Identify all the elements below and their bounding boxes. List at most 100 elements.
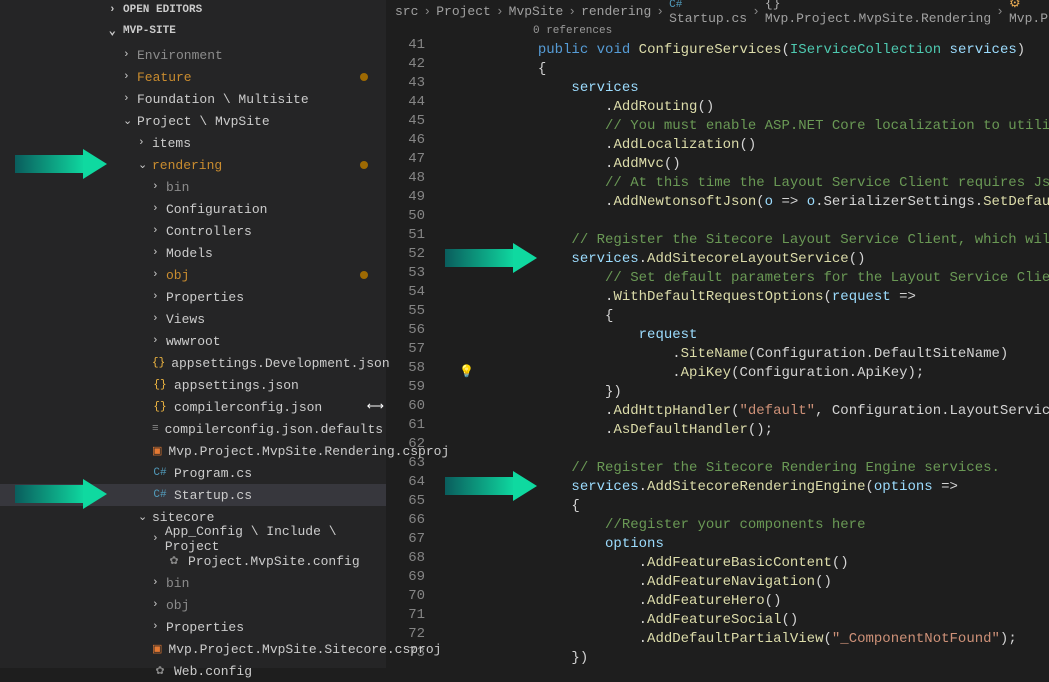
breadcrumb-segment[interactable]: Project xyxy=(436,4,491,19)
tree-item[interactable]: ›bin xyxy=(0,572,386,594)
code-line[interactable]: .SiteName(Configuration.DefaultSiteName) xyxy=(437,345,1049,364)
code-line[interactable]: .AddFeatureSocial() xyxy=(437,611,1049,630)
chevron-right-icon: › xyxy=(152,181,166,193)
tree-item[interactable]: ›Models xyxy=(0,242,386,264)
line-number: 45 xyxy=(387,112,425,131)
resize-icon[interactable]: ⟷ xyxy=(367,399,384,414)
chevron-right-icon: › xyxy=(152,533,165,545)
tree-item-label: Properties xyxy=(166,620,244,635)
breadcrumb-separator-icon: › xyxy=(996,4,1004,19)
line-number: 70 xyxy=(387,587,425,606)
tree-item[interactable]: ›App_Config \ Include \ Project xyxy=(0,528,386,550)
tree-item[interactable]: ✿Web.config xyxy=(0,660,386,682)
line-number: 49 xyxy=(387,188,425,207)
code-line[interactable]: services xyxy=(437,79,1049,98)
code-line[interactable]: .AddFeatureNavigation() xyxy=(437,573,1049,592)
tree-item[interactable]: ›Views xyxy=(0,308,386,330)
code-line[interactable] xyxy=(437,440,1049,459)
code-line[interactable]: }) xyxy=(437,383,1049,402)
tree-item[interactable]: ✿Project.MvpSite.config xyxy=(0,550,386,572)
code-line[interactable]: .AddNewtonsoftJson(o => o.SerializerSett… xyxy=(437,193,1049,212)
tree-item[interactable]: ›Foundation \ Multisite xyxy=(0,88,386,110)
line-number: 59 xyxy=(387,378,425,397)
project-header[interactable]: ⌄ MVP-SITE xyxy=(0,20,386,42)
tree-item[interactable]: ›Controllers xyxy=(0,220,386,242)
code-line[interactable]: .WithDefaultRequestOptions(request => xyxy=(437,288,1049,307)
tree-item-label: Controllers xyxy=(166,224,252,239)
breadcrumb-bar[interactable]: src›Project›MvpSite›rendering›C# Startup… xyxy=(387,0,1049,22)
breadcrumb-segment[interactable]: MvpSite xyxy=(509,4,564,19)
chevron-right-icon: › xyxy=(152,335,166,347)
code-line[interactable]: .AddDefaultPartialView("_ComponentNotFou… xyxy=(437,630,1049,649)
code-line[interactable]: .AddLocalization() xyxy=(437,136,1049,155)
tree-item-label: obj xyxy=(166,598,189,613)
highlight-arrow-icon xyxy=(445,475,545,499)
line-number: 66 xyxy=(387,511,425,530)
chevron-right-icon: › xyxy=(152,313,166,325)
file-icon: C# xyxy=(152,487,168,503)
tree-item[interactable]: ›Feature xyxy=(0,66,386,88)
chevron-right-icon: › xyxy=(152,291,166,303)
highlight-arrow-icon xyxy=(15,153,115,177)
tree-item[interactable]: ≡compilerconfig.json.defaults xyxy=(0,418,386,440)
tree-item[interactable]: {}appsettings.json xyxy=(0,374,386,396)
code-area: 4142434445464748495051525354555657585960… xyxy=(387,22,1049,668)
chevron-down-icon: ⌄ xyxy=(138,510,152,524)
project-label: MVP-SITE xyxy=(123,25,176,37)
code-line[interactable]: //Register your components here xyxy=(437,516,1049,535)
tree-item[interactable]: ›Properties xyxy=(0,286,386,308)
tree-item[interactable]: C#Program.cs xyxy=(0,462,386,484)
code-line[interactable]: request xyxy=(437,326,1049,345)
line-number: 58 xyxy=(387,359,425,378)
tree-item-label: Configuration xyxy=(166,202,267,217)
tree-item-label: Mvp.Project.MvpSite.Sitecore.csproj xyxy=(168,642,441,657)
code-line[interactable]: .AddMvc() xyxy=(437,155,1049,174)
tree-item[interactable]: ›Environment xyxy=(0,44,386,66)
tree-item[interactable]: ▣Mvp.Project.MvpSite.Sitecore.csproj xyxy=(0,638,386,660)
code-line[interactable]: // You must enable ASP.NET Core localiza… xyxy=(437,117,1049,136)
chevron-right-icon: › xyxy=(152,225,166,237)
tree-item[interactable]: ›bin xyxy=(0,176,386,198)
code-line[interactable]: { xyxy=(437,307,1049,326)
tree-item[interactable]: ›Properties xyxy=(0,616,386,638)
breadcrumb-separator-icon: › xyxy=(568,4,576,19)
line-number: 71 xyxy=(387,606,425,625)
open-editors-header[interactable]: › OPEN EDITORS xyxy=(0,0,386,20)
code-line[interactable]: .AddHttpHandler("default", Configuration… xyxy=(437,402,1049,421)
breadcrumb-segment[interactable]: rendering xyxy=(581,4,651,19)
tree-item[interactable]: ›obj xyxy=(0,594,386,616)
code-line[interactable]: // At this time the Layout Service Clien… xyxy=(437,174,1049,193)
code-line[interactable]: options xyxy=(437,535,1049,554)
breadcrumb-segment[interactable]: src xyxy=(395,4,418,19)
highlight-arrow-icon xyxy=(15,483,115,507)
code-line[interactable] xyxy=(437,212,1049,231)
tree-item[interactable]: ›items xyxy=(0,132,386,154)
code-line[interactable]: .ApiKey(Configuration.ApiKey); xyxy=(437,364,1049,383)
tree-item-label: compilerconfig.json.defaults xyxy=(165,422,383,437)
tree-item[interactable]: ▣Mvp.Project.MvpSite.Rendering.csproj xyxy=(0,440,386,462)
line-number: 61 xyxy=(387,416,425,435)
code-line[interactable]: .AsDefaultHandler(); xyxy=(437,421,1049,440)
tree-item[interactable]: ›wwwroot xyxy=(0,330,386,352)
code-line[interactable]: .AddFeatureHero() xyxy=(437,592,1049,611)
line-number: 56 xyxy=(387,321,425,340)
code-line[interactable]: { xyxy=(437,60,1049,79)
tree-item[interactable]: ›Configuration xyxy=(0,198,386,220)
tree-item[interactable]: {}appsettings.Development.json xyxy=(0,352,386,374)
tree-item-label: Web.config xyxy=(174,664,252,679)
file-icon: ✿ xyxy=(166,553,182,569)
code-line[interactable]: public void ConfigureServices(IServiceCo… xyxy=(437,41,1049,60)
line-number: 55 xyxy=(387,302,425,321)
tree-item[interactable]: ›obj xyxy=(0,264,386,286)
tree-item[interactable]: {}compilerconfig.json⟷ xyxy=(0,396,386,418)
code-line[interactable]: .AddFeatureBasicContent() xyxy=(437,554,1049,573)
code-content[interactable]: 0 references public void ConfigureServic… xyxy=(437,22,1049,668)
code-line[interactable]: }) xyxy=(437,649,1049,668)
tree-item[interactable]: ⌄Project \ MvpSite xyxy=(0,110,386,132)
lightbulb-icon[interactable]: 💡 xyxy=(459,364,474,379)
chevron-right-icon: › xyxy=(138,137,152,149)
modified-indicator-icon xyxy=(360,271,368,279)
code-lens[interactable]: 0 references xyxy=(437,22,1049,41)
code-line[interactable]: .AddRouting() xyxy=(437,98,1049,117)
tree-item-label: obj xyxy=(166,268,189,283)
